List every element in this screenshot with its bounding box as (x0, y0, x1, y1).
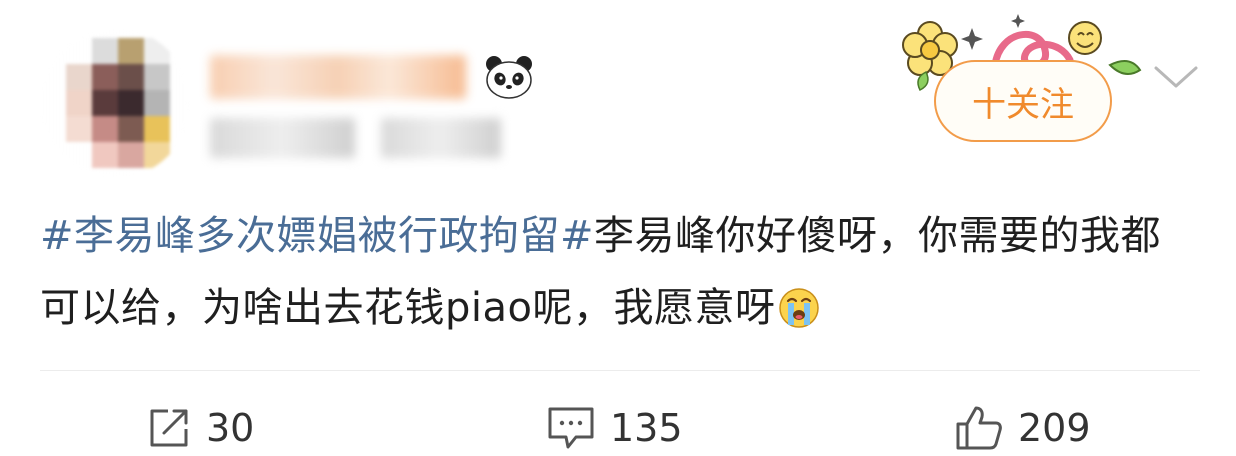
comment-button[interactable]: 135 (546, 400, 683, 456)
panda-icon (486, 56, 532, 99)
post-meta-blurred (210, 118, 501, 158)
avatar[interactable] (40, 28, 190, 178)
post-source-blurred (381, 118, 501, 158)
share-icon (150, 409, 188, 447)
follow-button[interactable]: 十关注 (934, 60, 1112, 142)
thumbs-up-icon (956, 406, 1002, 450)
crying-face-icon (778, 288, 819, 328)
chevron-down-icon[interactable] (1150, 60, 1202, 94)
divider (40, 370, 1200, 371)
like-button[interactable]: 209 (954, 400, 1091, 456)
follow-button-label: 十关注 (972, 84, 1074, 125)
post-time-blurred (210, 118, 355, 158)
post-content: #李易峰多次嫖娼被行政拘留#李易峰你好傻呀，你需要的我都可以给，为啥出去花钱pi… (40, 200, 1200, 344)
hashtag-link[interactable]: #李易峰多次嫖娼被行政拘留# (40, 213, 594, 259)
comment-icon (548, 407, 594, 449)
comment-count: 135 (610, 406, 683, 450)
user-name-row (210, 52, 534, 102)
repost-button[interactable]: 30 (146, 400, 254, 456)
like-count: 209 (1018, 406, 1091, 450)
user-name-blurred[interactable] (210, 55, 466, 99)
repost-count: 30 (206, 406, 255, 450)
